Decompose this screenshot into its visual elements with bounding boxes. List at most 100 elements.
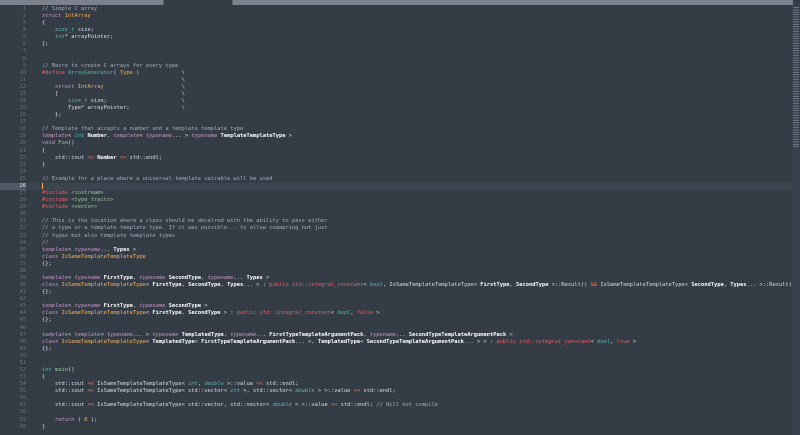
line-number: 51 [19,359,27,366]
code-line[interactable]: 16 }; [0,112,800,119]
code-line[interactable]: 28 #include <type_traits> [0,197,800,204]
code-line[interactable]: 60} [0,424,800,431]
code-line[interactable]: 52 int main() [0,367,800,374]
code-line[interactable]: 15 Type* arrayPointer; \ [0,105,800,112]
code-line[interactable]: 44 class IsSameTemplateTemplateType< Firs… [0,310,800,317]
code-line[interactable]: 8 [0,56,800,63]
code-line[interactable]: 27 #include <iostream> [0,190,800,197]
code-token: Type* arrayPointer; [42,105,182,112]
code-token: std::cout [42,154,88,161]
code-line[interactable]: 22 std::cout << Number << std::endl; [0,155,800,162]
code-line[interactable]: 57 std::cout << IsSameTemplateTemplateTy… [0,402,800,409]
code-line[interactable]: 38 [0,268,800,275]
code-line[interactable]: 59 return ( 0 ); [0,417,800,424]
code-line[interactable]: 35 template< typename... Types > [0,247,800,254]
code-text: struct IntArray \ [42,84,800,91]
code-token: ( [74,416,85,423]
code-line[interactable]: 29 #include <vector> [0,204,800,211]
code-token: > : [220,310,237,317]
code-line[interactable]: 32 // a type or a template template type.… [0,225,800,232]
code-line[interactable]: 39 template< typename FirstType, typename… [0,275,800,282]
code-token: #include [42,190,68,197]
code-line[interactable]: 17 [0,119,800,126]
code-token: IsSameTemplateTemplateType< [93,381,189,388]
code-line[interactable]: 7 [0,48,800,55]
line-number: 43 [19,303,27,310]
code-line[interactable]: 31 // This is the location where a class … [0,218,800,225]
code-line[interactable]: 58 [0,409,800,416]
code-token: ... >, [295,338,318,345]
code-token: Number [97,154,117,161]
code-text: std::cout << IsSameTemplateTemplateType<… [42,388,800,395]
code-line[interactable]: 21 { [0,148,800,155]
code-line[interactable]: 36 class IsSameTemplateTemplateType [0,254,800,261]
code-line[interactable]: 23} [0,162,800,169]
code-line[interactable]: 10 #define ArrayGenerator( Type ) \ [0,70,800,77]
code-line[interactable]: 42 [0,296,800,303]
code-text: // Simple C array [42,6,800,13]
code-line[interactable]: 19 template< int Number, template< typena… [0,133,800,140]
code-line[interactable]: 47 template< template< typename... > type… [0,332,800,339]
code-line[interactable]: 46 [0,325,800,332]
text-cursor [42,182,43,189]
code-line[interactable]: 30 [0,211,800,218]
code-token: FirstType [152,310,182,317]
code-line[interactable]: 24 [0,169,800,176]
code-token: SecondType [188,282,221,289]
line-number: 4 [22,27,26,34]
code-line[interactable]: 11 \ [0,77,800,84]
code-line[interactable]: 49 {}; [0,346,800,353]
code-line[interactable]: 12 struct IntArray \ [0,84,800,91]
code-line[interactable]: 25 // Example for a place where a univers… [0,176,800,183]
code-line[interactable]: 20 void Foo() [0,140,800,147]
code-line[interactable]: 45 {}; [0,317,800,324]
line-number: 19 [19,133,27,140]
code-token: } [42,423,46,430]
code-token: typename [152,331,179,338]
code-token: SecondType [168,274,202,281]
code-token: \ [181,76,185,83]
code-line[interactable]: 55 std::cout << IsSameTemplateTemplateTy… [0,388,800,395]
code-line[interactable]: 6}; [0,41,800,48]
minimap[interactable] [792,5,800,435]
code-line[interactable]: 5 int* arrayPointer; [0,34,800,41]
code-line[interactable]: 2 struct IntArray [0,13,800,20]
code-token: Type [119,69,133,76]
code-line[interactable]: 48 class IsSameTemplateTemplateType< Temp… [0,339,800,346]
code-line[interactable]: 51 [0,360,800,367]
code-line[interactable]: 56 [0,395,800,402]
code-line[interactable]: 37 {}; [0,261,800,268]
line-number: 37 [19,260,27,267]
code-line[interactable]: 14 size_t size; \ [0,98,800,105]
code-token: template [42,133,68,140]
line-number: 36 [19,253,27,260]
line-number: 2 [22,13,26,20]
code-line[interactable]: 53 { [0,374,800,381]
code-line[interactable]: 1 // Simple C array [0,6,800,13]
code-line[interactable]: 43 template< typename FirstType, typename… [0,303,800,310]
code-text: template< template< typename... > typena… [42,332,800,339]
code-line[interactable]: 54 std::cout << IsSameTemplateTemplateTy… [0,381,800,388]
code-line[interactable]: 50 [0,353,800,360]
code-token: TemplatedType [317,338,361,345]
code-line[interactable]: 13 { \ [0,91,800,98]
code-line[interactable]: 34 // [0,240,800,247]
code-line[interactable]: 9 // Macro to create C arrays for every t… [0,63,800,70]
code-line[interactable]: 3{ [0,20,800,27]
line-number: 10 [19,69,27,76]
code-token: }; [42,112,62,119]
code-token: ... > [132,331,153,338]
code-line[interactable]: 26 [0,182,800,191]
code-token: {}; [42,317,52,324]
code-token: public [236,310,257,317]
code-token: // [42,239,49,246]
code-line[interactable]: 40 class IsSameTemplateTemplateType< Firs… [0,282,800,289]
code-text: // Macro to create C arrays for every ty… [42,63,800,70]
line-number: 21 [19,147,27,154]
code-text: int* arrayPointer; [42,34,800,41]
code-line[interactable]: 41 {}; [0,289,800,296]
code-line[interactable]: 4 size_t size; [0,27,800,34]
line-number: 30 [19,211,27,218]
code-line[interactable]: 33 // types but also template template ty… [0,233,800,240]
code-line[interactable]: 18 // Template that accepts a number and … [0,126,800,133]
